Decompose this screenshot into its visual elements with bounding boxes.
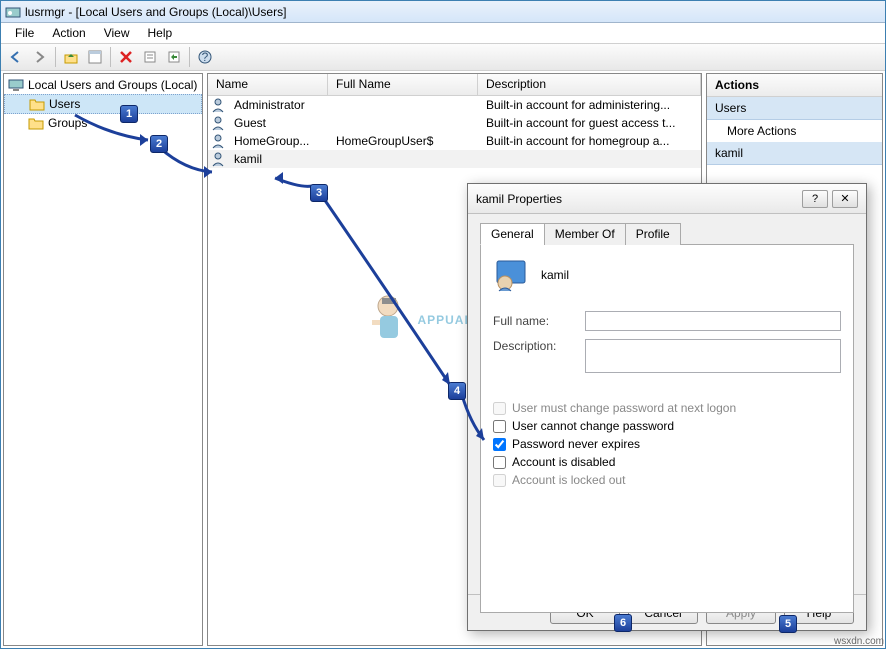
- delete-icon[interactable]: [115, 46, 137, 68]
- fullname-input[interactable]: [585, 311, 841, 331]
- menu-file[interactable]: File: [7, 24, 42, 42]
- folder-icon: [29, 96, 45, 112]
- tree-item-groups[interactable]: Groups: [4, 114, 202, 132]
- actions-more[interactable]: More Actions: [707, 120, 882, 142]
- actions-section-kamil: kamil: [707, 142, 882, 165]
- user-icon: [210, 115, 226, 131]
- list-row-homegroup[interactable]: HomeGroup... HomeGroupUser$ Built-in acc…: [208, 132, 701, 150]
- check-mustchange: User must change password at next logon: [493, 401, 841, 415]
- annotation-2: 2: [150, 135, 168, 153]
- check-lockedout: Account is locked out: [493, 473, 841, 487]
- col-fullname[interactable]: Full Name: [328, 74, 478, 95]
- tab-content: kamil Full name: Description: User must …: [480, 245, 854, 613]
- label-description: Description:: [493, 339, 581, 353]
- tree-panel: Local Users and Groups (Local) Users Gro…: [3, 73, 203, 646]
- list-header: Name Full Name Description: [208, 74, 701, 96]
- check-cannotchange[interactable]: User cannot change password: [493, 419, 841, 433]
- menubar: File Action View Help: [1, 23, 885, 43]
- computer-icon: [8, 77, 24, 93]
- check-disabled[interactable]: Account is disabled: [493, 455, 841, 469]
- tab-memberof[interactable]: Member Of: [544, 223, 626, 245]
- tabstrip: General Member Of Profile: [480, 222, 854, 245]
- user-avatar-icon: [493, 257, 529, 293]
- checkbox-lockedout: [493, 474, 506, 487]
- dialog-username: kamil: [541, 268, 569, 282]
- help-icon[interactable]: ?: [194, 46, 216, 68]
- checkbox-disabled[interactable]: [493, 456, 506, 469]
- dialog-title: kamil Properties: [476, 192, 802, 206]
- close-button[interactable]: ✕: [832, 190, 858, 208]
- site-watermark: wsxdn.com: [834, 636, 884, 647]
- menu-action[interactable]: Action: [44, 24, 93, 42]
- check-neverexpires[interactable]: Password never expires: [493, 437, 841, 451]
- window-title: lusrmgr - [Local Users and Groups (Local…: [25, 5, 286, 19]
- tab-general[interactable]: General: [480, 223, 545, 245]
- actions-section-users: Users: [707, 97, 882, 120]
- properties-icon[interactable]: [84, 46, 106, 68]
- annotation-1: 1: [120, 105, 138, 123]
- user-icon: [210, 151, 226, 167]
- checkbox-cannotchange[interactable]: [493, 420, 506, 433]
- titlebar: lusrmgr - [Local Users and Groups (Local…: [1, 1, 885, 23]
- tree-root-label: Local Users and Groups (Local): [28, 78, 197, 92]
- export-icon[interactable]: [163, 46, 185, 68]
- actions-header: Actions: [707, 74, 882, 97]
- user-icon: [210, 133, 226, 149]
- tree-item-label: Users: [49, 97, 80, 111]
- back-icon[interactable]: [5, 46, 27, 68]
- user-icon: [210, 97, 226, 113]
- forward-icon[interactable]: [29, 46, 51, 68]
- checkbox-neverexpires[interactable]: [493, 438, 506, 451]
- menu-help[interactable]: Help: [140, 24, 181, 42]
- context-help-button[interactable]: ?: [802, 190, 828, 208]
- list-row-guest[interactable]: Guest Built-in account for guest access …: [208, 114, 701, 132]
- folder-icon: [28, 115, 44, 131]
- list-row-kamil[interactable]: kamil: [208, 150, 701, 168]
- col-name[interactable]: Name: [208, 74, 328, 95]
- refresh-icon[interactable]: [139, 46, 161, 68]
- toolbar: ?: [1, 43, 885, 71]
- app-icon: [5, 4, 21, 20]
- checkbox-mustchange: [493, 402, 506, 415]
- tree-root[interactable]: Local Users and Groups (Local): [4, 76, 202, 94]
- annotation-6: 6: [614, 614, 632, 632]
- annotation-3: 3: [310, 184, 328, 202]
- properties-dialog: kamil Properties ? ✕ General Member Of P…: [467, 183, 867, 631]
- list-row-administrator[interactable]: Administrator Built-in account for admin…: [208, 96, 701, 114]
- annotation-5: 5: [779, 615, 797, 633]
- tree-item-users[interactable]: Users: [4, 94, 202, 114]
- up-folder-icon[interactable]: [60, 46, 82, 68]
- annotation-4: 4: [448, 382, 466, 400]
- appuals-watermark: APPUALS: [360, 290, 482, 350]
- description-input[interactable]: [585, 339, 841, 373]
- label-fullname: Full name:: [493, 314, 581, 328]
- svg-text:?: ?: [202, 50, 209, 64]
- dialog-titlebar: kamil Properties ? ✕: [468, 184, 866, 214]
- col-description[interactable]: Description: [478, 74, 701, 95]
- menu-view[interactable]: View: [96, 24, 138, 42]
- tree-item-label: Groups: [48, 116, 87, 130]
- tab-profile[interactable]: Profile: [625, 223, 681, 245]
